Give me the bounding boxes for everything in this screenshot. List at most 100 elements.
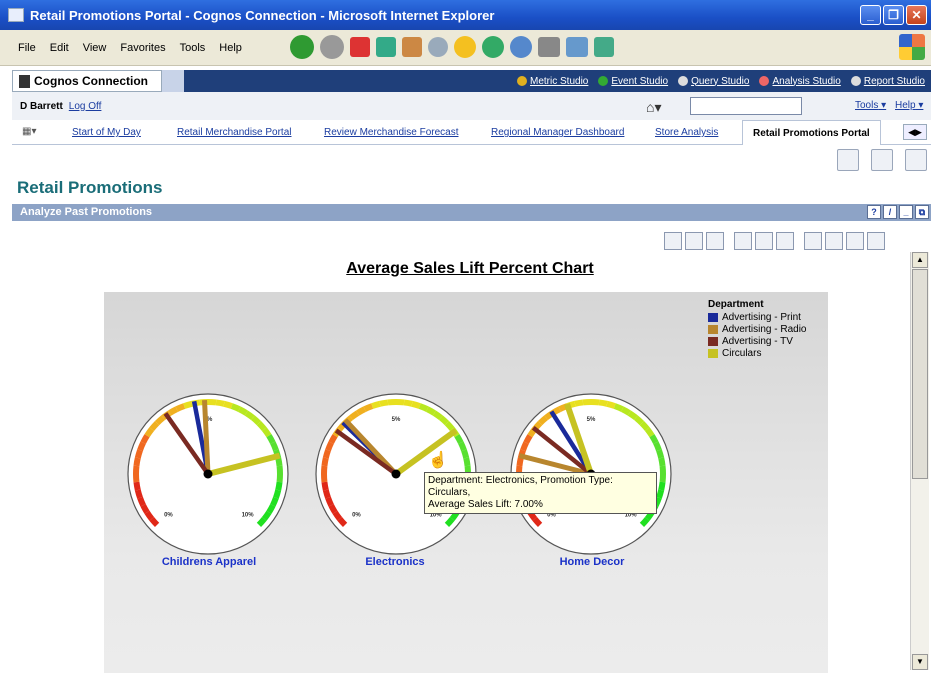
gauge-band-segment: [411, 400, 421, 409]
scroll-up-button[interactable]: ▲: [912, 252, 928, 268]
logoff-link[interactable]: Log Off: [69, 101, 102, 112]
help-button[interactable]: ?: [867, 205, 881, 219]
restore-button[interactable]: ❐: [883, 5, 904, 25]
window-title: Retail Promotions Portal - Cognos Connec…: [30, 7, 495, 23]
report-toolbar: [664, 232, 888, 250]
close-button[interactable]: ✕: [906, 5, 927, 25]
page-properties-icon[interactable]: [905, 149, 927, 171]
minimize-portlet-button[interactable]: _: [899, 205, 913, 219]
view-options-icon[interactable]: [776, 232, 794, 250]
vertical-scrollbar[interactable]: ▲ ▼: [910, 252, 929, 670]
refresh-page-icon[interactable]: [837, 149, 859, 171]
gauge-label-electronics[interactable]: Electronics: [325, 556, 465, 568]
email-icon[interactable]: [685, 232, 703, 250]
tab-start-of-my-day[interactable]: Start of My Day: [72, 127, 141, 138]
gauge-band-segment: [266, 434, 276, 445]
xml-icon[interactable]: [867, 232, 885, 250]
gauge-band-segment: [656, 489, 665, 499]
gauge-hub: [203, 469, 213, 479]
legend-swatch: [708, 313, 718, 322]
home-icon[interactable]: [402, 37, 422, 57]
report-settings-icon[interactable]: [825, 232, 843, 250]
gauge-band-segment: [261, 510, 272, 521]
ie-icon: [8, 8, 24, 22]
gauge-band-segment: [516, 457, 524, 467]
messenger-icon[interactable]: [594, 37, 614, 57]
gauge-band-segment: [574, 399, 584, 407]
gauge-band-segment: [244, 410, 255, 421]
report-studio-link[interactable]: Report Studio: [850, 76, 925, 87]
legend-label: Advertising - TV: [722, 336, 793, 347]
gauge-label-home-decor[interactable]: Home Decor: [522, 556, 662, 568]
metric-studio-link[interactable]: Metric Studio: [517, 76, 588, 87]
event-studio-link[interactable]: Event Studio: [598, 76, 668, 87]
header-separator: [162, 70, 184, 92]
minimize-button[interactable]: _: [860, 5, 881, 25]
menu-edit[interactable]: Edit: [50, 42, 69, 54]
portal-tabs: ▦▾ Start of My Day Retail Merchandise Po…: [12, 120, 931, 145]
tab-retail-promotions-portal[interactable]: Retail Promotions Portal: [742, 120, 881, 145]
display-options-icon[interactable]: [846, 232, 864, 250]
forward-icon[interactable]: [320, 35, 344, 59]
gauge-label-childrens-apparel[interactable]: Childrens Apparel: [139, 556, 279, 568]
back-icon[interactable]: [290, 35, 314, 59]
metric-studio-label: Metric Studio: [530, 75, 589, 87]
gauge-band-segment: [454, 434, 464, 445]
run-icon[interactable]: [706, 232, 724, 250]
history-icon[interactable]: [510, 36, 532, 58]
print-icon[interactable]: [538, 37, 560, 57]
edit-icon[interactable]: [566, 37, 588, 57]
search-input[interactable]: [690, 97, 802, 115]
event-studio-icon: [598, 76, 609, 86]
gauge-band-segment: [256, 516, 267, 528]
tab-scroll-arrows[interactable]: ◀▶: [903, 124, 927, 140]
tooltip-line-1: Department: Electronics, Promotion Type:…: [428, 475, 613, 498]
gauge-band-segment: [237, 406, 248, 416]
legend-item: Advertising - Print: [708, 312, 806, 323]
gauge-band-segment: [144, 510, 155, 521]
gauge-band-segment: [653, 441, 662, 452]
portlet-title: Analyze Past Promotions: [20, 206, 153, 218]
help-menu[interactable]: Help ▾: [895, 100, 923, 111]
stop-icon[interactable]: [350, 37, 370, 57]
cognos-title-text: Cognos Connection: [34, 74, 148, 88]
menu-favorites[interactable]: Favorites: [120, 42, 165, 54]
gauge-band-segment: [230, 403, 241, 412]
save-report-icon[interactable]: [664, 232, 682, 250]
gauge-hub: [391, 469, 401, 479]
gauge-band-segment: [183, 400, 193, 409]
scroll-thumb[interactable]: [912, 269, 928, 479]
menu-view[interactable]: View: [83, 42, 107, 54]
tab-menu-icon[interactable]: ▦▾: [22, 126, 36, 137]
output-format-icon[interactable]: [804, 232, 822, 250]
edit-page-icon[interactable]: [871, 149, 893, 171]
tab-store-analysis[interactable]: Store Analysis: [655, 127, 718, 138]
gauge-band-segment: [133, 481, 141, 491]
window-titlebar: Retail Promotions Portal - Cognos Connec…: [0, 0, 931, 30]
refresh-icon[interactable]: [376, 37, 396, 57]
menu-file[interactable]: File: [18, 42, 36, 54]
edit-button[interactable]: /: [883, 205, 897, 219]
search-icon[interactable]: [428, 37, 448, 57]
drill-down-icon[interactable]: [734, 232, 752, 250]
scroll-down-button[interactable]: ▼: [912, 654, 928, 670]
gauge-band-segment: [137, 441, 146, 452]
home-dropdown-icon[interactable]: ⌂▾: [646, 99, 661, 116]
tab-retail-merchandise-portal[interactable]: Retail Merchandise Portal: [177, 127, 292, 138]
analysis-studio-link[interactable]: Analysis Studio: [759, 76, 841, 87]
favorites-icon[interactable]: [454, 36, 476, 58]
menu-help[interactable]: Help: [219, 42, 242, 54]
media-icon[interactable]: [482, 36, 504, 58]
drill-up-icon[interactable]: [755, 232, 773, 250]
query-studio-link[interactable]: Query Studio: [678, 76, 749, 87]
gauge-band-segment: [627, 410, 638, 421]
page-title: Retail Promotions: [17, 178, 163, 197]
menu-tools[interactable]: Tools: [180, 42, 206, 54]
tab-regional-manager-dashboard[interactable]: Regional Manager Dashboard: [491, 127, 624, 138]
tab-review-merchandise-forecast[interactable]: Review Merchandise Forecast: [324, 127, 459, 138]
maximize-portlet-button[interactable]: ⧉: [915, 205, 929, 219]
tools-menu[interactable]: Tools ▾: [855, 100, 886, 111]
gauge-band-segment: [444, 420, 455, 432]
gauge-band-segment: [438, 415, 450, 426]
legend-label: Circulars: [722, 348, 762, 359]
